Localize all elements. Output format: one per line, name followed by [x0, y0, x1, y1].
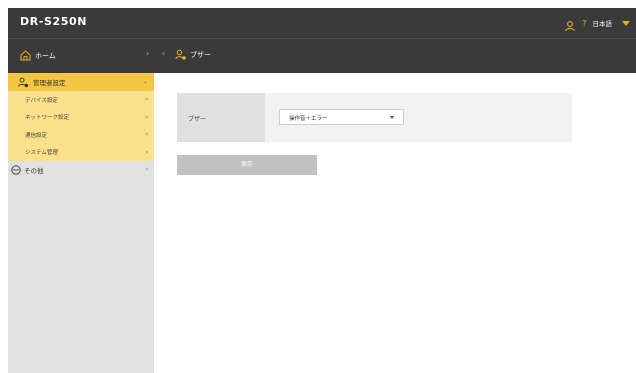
sidebar-section-admin[interactable]: 管理者設定 ⌄ [8, 73, 154, 91]
language-selector[interactable]: 日本語 [593, 18, 613, 28]
chevron-left-icon[interactable]: ‹ [162, 49, 165, 58]
header-tools: ? 日本語 [564, 8, 630, 38]
home-label: ホーム [35, 51, 56, 60]
chevron-right-icon[interactable]: › [146, 49, 149, 58]
admin-user-gear-icon [175, 49, 187, 61]
buzzer-mode-select[interactable]: 操作音＋エラー [279, 109, 404, 125]
top-header: DR-S250N ? 日本語 [8, 8, 636, 38]
dropdown-caret-icon [390, 116, 394, 119]
home-icon [20, 50, 31, 61]
admin-user-gear-icon [18, 77, 29, 88]
more-circle-icon [11, 164, 21, 175]
page-title: ブザー [190, 51, 211, 59]
brand-title: DR-S250N [20, 15, 88, 28]
sidebar-item-other[interactable]: その他 › [8, 161, 154, 178]
sidebar-item-communication-settings[interactable]: 通信設定 › [8, 126, 154, 144]
sidebar-item-label: 通信設定 [25, 132, 48, 139]
buzzer-setting-label: ブザー [177, 93, 265, 142]
chevron-right-icon: › [145, 166, 148, 173]
app-window: DR-S250N ? 日本語 ホーム › ‹ ブザー 管理者設定 ⌄ デバイス設… [0, 0, 636, 373]
save-button[interactable]: 保存 [177, 155, 317, 175]
sidebar-item-label: ネットワーク設定 [25, 115, 70, 122]
user-icon[interactable] [564, 17, 576, 32]
buzzer-setting-row: ブザー 操作音＋エラー [177, 93, 572, 142]
sidebar-item-label: デバイス設定 [25, 97, 58, 104]
breadcrumb-current: ブザー [175, 49, 211, 61]
sidebar-item-device-settings[interactable]: デバイス設定 › [8, 91, 154, 109]
chevron-right-icon: › [145, 113, 148, 121]
chevron-right-icon: › [145, 148, 148, 156]
sidebar-item-label: システム管理 [25, 150, 58, 157]
select-value: 操作音＋エラー [289, 116, 328, 122]
chevron-down-icon: ⌄ [142, 78, 148, 85]
home-link[interactable]: ホーム [20, 50, 56, 61]
chevron-right-icon: › [145, 131, 148, 138]
sidebar: 管理者設定 ⌄ デバイス設定 › ネットワーク設定 › 通信設定 › システム管… [8, 73, 154, 373]
sidebar-item-system-management[interactable]: システム管理 › [8, 143, 154, 161]
help-icon[interactable]: ? [582, 19, 586, 28]
chevron-right-icon: › [145, 96, 148, 103]
breadcrumb-bar: ホーム › ‹ ブザー [8, 38, 636, 73]
dropdown-caret-icon[interactable] [622, 20, 630, 26]
sidebar-item-network-settings[interactable]: ネットワーク設定 › [8, 108, 154, 126]
sidebar-section-label: 管理者設定 [33, 79, 66, 87]
sidebar-item-label: その他 [24, 166, 44, 175]
